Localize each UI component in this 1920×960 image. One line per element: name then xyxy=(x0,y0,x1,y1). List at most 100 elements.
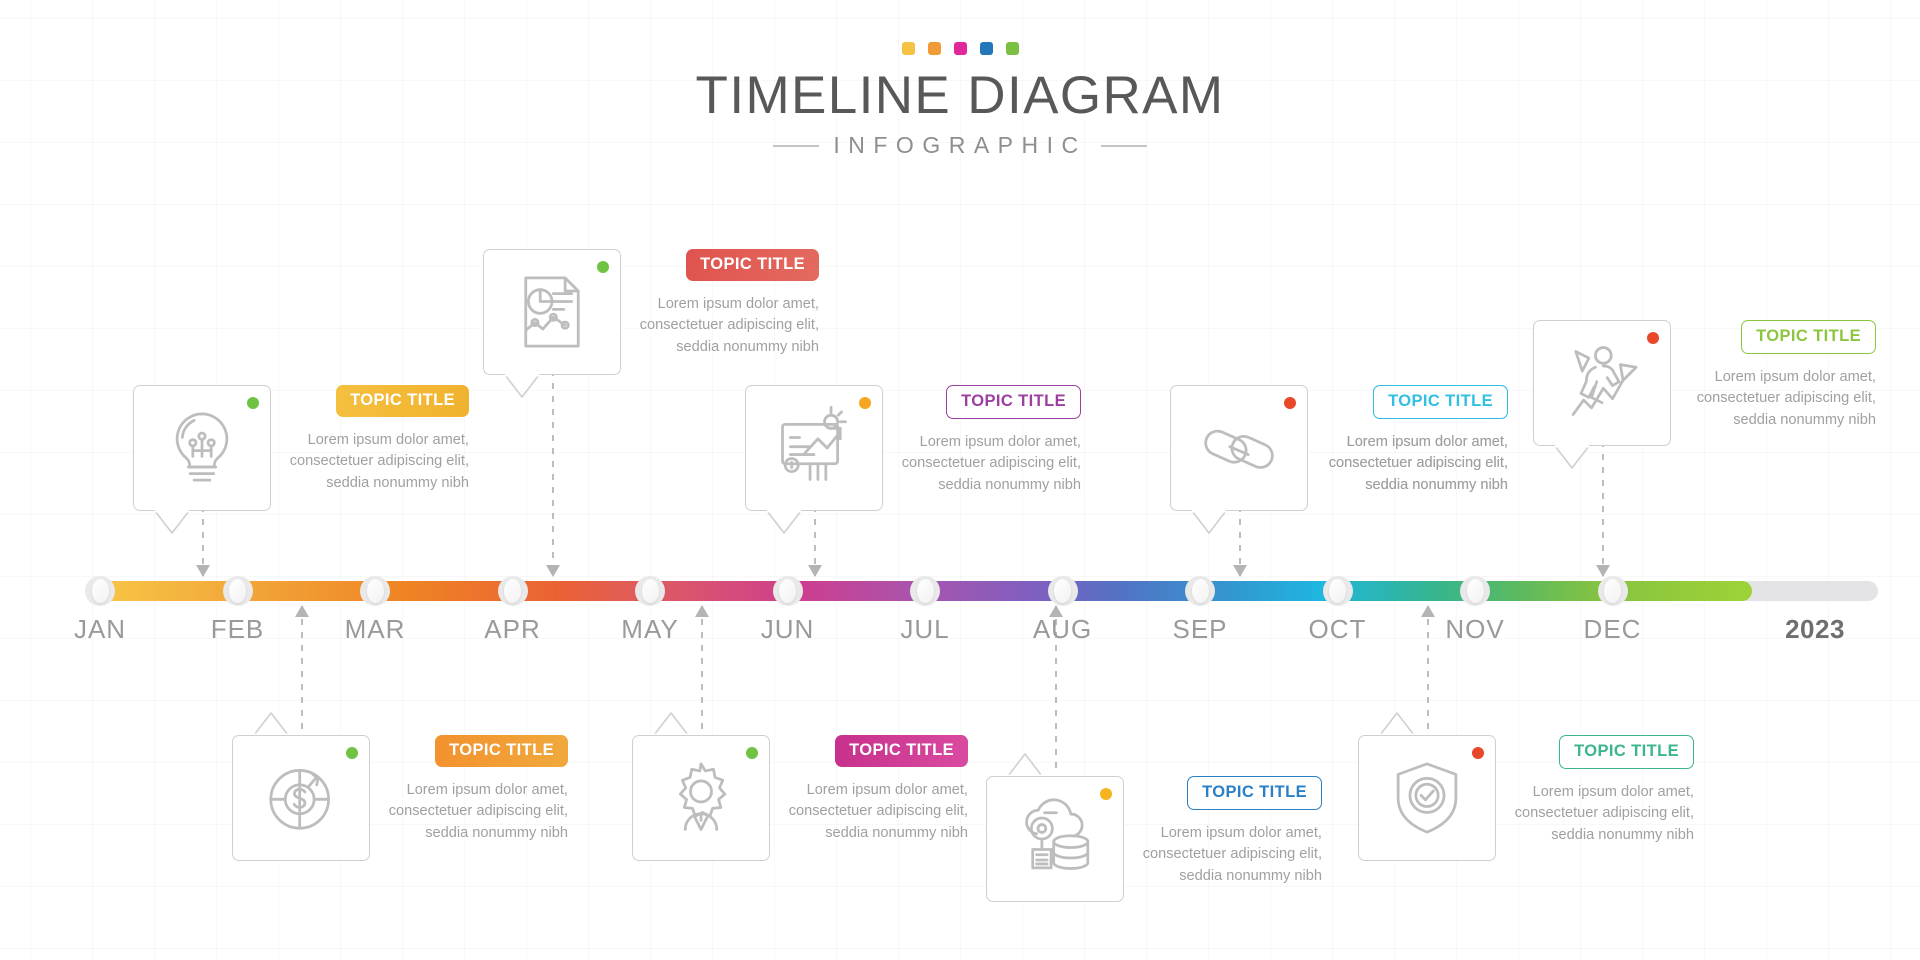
timeline-node-mar[interactable] xyxy=(360,576,390,606)
timeline-card-aug[interactable] xyxy=(986,753,1124,902)
month-label-may: MAY xyxy=(621,614,679,644)
card-text-jun: TOPIC TITLE Lorem ipsum dolor amet, conse… xyxy=(895,385,1081,496)
pill-row-oct: TOPIC TITLE xyxy=(1322,385,1508,419)
card-tail-jan xyxy=(155,510,189,534)
month-label-mar: MAR xyxy=(344,614,406,644)
timeline-card-sep[interactable] xyxy=(1170,385,1308,534)
card-body-nov: Lorem ipsum dolor amet, consectetuer adi… xyxy=(1514,784,1694,843)
header-dot-row xyxy=(0,42,1920,55)
card-text-aug: TOPIC TITLE Lorem ipsum dolor amet, conse… xyxy=(1136,776,1322,887)
timeline-node-jan[interactable] xyxy=(85,576,115,606)
card-status-badge-apr xyxy=(597,261,609,273)
header-dot-1 xyxy=(901,42,915,55)
subtitle-rule-left xyxy=(773,144,820,147)
month-label-jul: JUL xyxy=(900,614,950,644)
timeline-card-may[interactable] xyxy=(632,712,770,861)
timeline-node-may[interactable] xyxy=(635,576,665,606)
timeline-card-nov[interactable] xyxy=(1358,712,1496,861)
connector-dash-feb xyxy=(301,606,303,731)
pill-row-dec: TOPIC TITLE xyxy=(1690,320,1876,354)
timeline-node-feb[interactable] xyxy=(222,576,253,606)
connector-feb xyxy=(295,605,309,731)
topic-title-jun[interactable]: TOPIC TITLE xyxy=(946,385,1081,419)
page-title: TIMELINE DIAGRAM xyxy=(695,66,1225,125)
card-text-oct: TOPIC TITLE Lorem ipsum dolor amet, conse… xyxy=(1322,385,1508,496)
card-text-dec: TOPIC TITLE Lorem ipsum dolor amet, conse… xyxy=(1690,320,1876,431)
connector-jun xyxy=(808,506,822,577)
pill-row-apr: TOPIC TITLE xyxy=(633,249,819,281)
header-dot-4 xyxy=(979,42,993,55)
timeline-node-aug[interactable] xyxy=(1047,576,1078,606)
card-status-badge-may xyxy=(746,747,758,759)
timeline-card-dec[interactable] xyxy=(1533,320,1671,469)
topic-title-nov[interactable]: TOPIC TITLE xyxy=(1559,735,1694,769)
timeline-node-jul[interactable] xyxy=(910,576,940,606)
timeline-card-jan[interactable] xyxy=(133,385,271,534)
connector-dash-dec xyxy=(1602,441,1604,576)
connector-nov xyxy=(1421,605,1435,731)
month-label-apr: APR xyxy=(484,614,541,644)
card-text-may: TOPIC TITLE Lorem ipsum dolor amet, conse… xyxy=(782,735,968,844)
connector-dash-apr xyxy=(552,370,554,576)
connector-jan xyxy=(196,506,210,577)
card-text-jan: TOPIC TITLE Lorem ipsum dolor amet, conse… xyxy=(283,385,469,494)
timeline-card-feb[interactable] xyxy=(232,712,370,861)
header: TIMELINE DIAGRAM INFOGRAPHIC xyxy=(0,42,1920,159)
connector-arrow-nov xyxy=(1421,605,1435,617)
card-tail-aug xyxy=(1008,752,1042,776)
month-label-oct: OCT xyxy=(1308,614,1367,644)
connector-dash-may xyxy=(701,606,703,731)
card-tail-apr xyxy=(505,374,539,398)
connector-dash-nov xyxy=(1427,606,1429,731)
timeline-node-sep[interactable] xyxy=(1185,576,1215,606)
topic-title-oct[interactable]: TOPIC TITLE xyxy=(1373,385,1508,419)
topic-title-apr[interactable]: TOPIC TITLE xyxy=(686,249,819,281)
pill-row-may: TOPIC TITLE xyxy=(782,735,968,767)
month-label-jan: JAN xyxy=(73,614,127,644)
card-bubble-sep xyxy=(1170,385,1308,511)
card-text-feb: TOPIC TITLE Lorem ipsum dolor amet, conse… xyxy=(382,735,568,844)
header-dot-3 xyxy=(953,42,967,55)
pill-row-jan: TOPIC TITLE xyxy=(283,385,469,417)
card-bubble-jan xyxy=(133,385,271,511)
pill-row-jun: TOPIC TITLE xyxy=(895,385,1081,419)
card-bubble-nov xyxy=(1358,735,1496,861)
card-tail-jun xyxy=(767,510,801,534)
topic-title-jan[interactable]: TOPIC TITLE xyxy=(336,385,469,417)
topic-title-may[interactable]: TOPIC TITLE xyxy=(835,735,968,767)
timeline-card-apr[interactable] xyxy=(483,249,621,398)
card-body-oct: Lorem ipsum dolor amet, consectetuer adi… xyxy=(1328,434,1508,493)
timeline-node-apr[interactable] xyxy=(497,576,528,606)
topic-title-aug[interactable]: TOPIC TITLE xyxy=(1187,776,1322,810)
timeline-node-oct[interactable] xyxy=(1322,576,1353,606)
topic-title-dec[interactable]: TOPIC TITLE xyxy=(1741,320,1876,354)
card-bubble-jun xyxy=(745,385,883,511)
connector-apr xyxy=(546,370,560,577)
connector-dec xyxy=(1596,441,1610,577)
card-bubble-feb xyxy=(232,735,370,861)
card-status-badge-nov xyxy=(1472,747,1484,759)
card-bubble-dec xyxy=(1533,320,1671,446)
month-label-jun: JUN xyxy=(760,614,815,644)
card-status-badge-aug xyxy=(1100,788,1112,800)
card-bubble-apr xyxy=(483,249,621,375)
topic-title-feb[interactable]: TOPIC TITLE xyxy=(435,735,568,767)
card-tail-sep xyxy=(1192,510,1226,534)
card-status-badge-dec xyxy=(1647,332,1659,344)
month-label-feb: FEB xyxy=(210,614,265,644)
card-text-apr: TOPIC TITLE Lorem ipsum dolor amet, conse… xyxy=(633,249,819,358)
timeline-node-nov[interactable] xyxy=(1460,576,1490,606)
connector-sep xyxy=(1233,506,1247,577)
card-status-badge-jun xyxy=(859,397,871,409)
page-subtitle: INFOGRAPHIC xyxy=(833,132,1087,159)
timeline-card-jun[interactable] xyxy=(745,385,883,534)
card-body-aug: Lorem ipsum dolor amet, consectetuer adi… xyxy=(1142,825,1322,884)
timeline-node-dec[interactable] xyxy=(1597,576,1628,606)
card-status-badge-sep xyxy=(1284,397,1296,409)
timeline-node-jun[interactable] xyxy=(772,576,803,606)
year-label: 2023 xyxy=(1785,614,1845,644)
subtitle-rule-right xyxy=(1100,144,1147,147)
card-status-badge-feb xyxy=(346,747,358,759)
connector-may xyxy=(695,605,709,731)
header-dot-2 xyxy=(927,42,941,55)
